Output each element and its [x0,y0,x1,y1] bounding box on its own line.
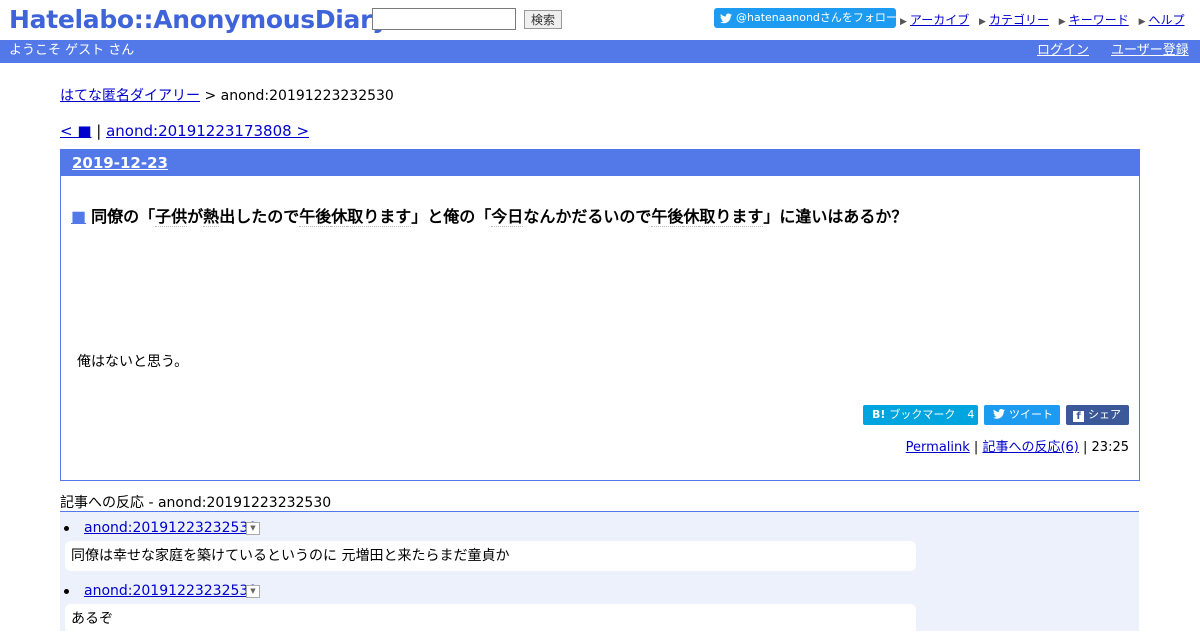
breadcrumb-home[interactable]: はてな匿名ダイアリー [60,88,200,104]
reaction-body: 同僚は幸せな家庭を築けているというのに 元増田と来たらまだ童貞か [65,541,916,571]
keyword-link[interactable]: 熱 [203,207,220,227]
facebook-share-label: シェア [1088,408,1121,421]
hatena-bookmark-button[interactable]: B! ブックマーク 4 [863,405,978,425]
arrow-icon: ▶ [979,17,986,27]
search-button[interactable]: 検索 [524,10,562,29]
title-text: なんかだるいので [523,207,652,226]
nav-archive[interactable]: アーカイブ [910,13,969,27]
arrow-icon: ▶ [1058,17,1066,27]
entry-permalink-marker[interactable]: ■ [71,207,86,226]
title-text: 」に違いはあるか？ [763,207,908,226]
expand-toggle-icon[interactable]: ▼ [246,522,260,535]
bookmark-label: ブックマーク [889,408,956,421]
header: Hatelabo::AnonymousDiary 検索 @hatenaanond… [0,0,1200,40]
keyword-link[interactable]: 休 [683,207,700,227]
pager-separator: | [91,122,107,140]
login-link[interactable]: ログイン [1037,40,1089,62]
keyword-link[interactable]: 午後 [299,207,332,227]
day-date[interactable]: 2019-12-23 [72,154,168,172]
tweet-button[interactable]: ツイート [984,405,1060,425]
bullet [64,589,69,594]
twitter-bird-icon [720,13,732,24]
twitter-follow-button[interactable]: @hatenaanondさんをフォロー [714,8,897,28]
nav-category[interactable]: カテゴリー [989,13,1049,27]
reaction-link[interactable]: anond:20191223232530 [84,583,257,599]
day-header: 2019-12-23 [61,150,1139,176]
breadcrumb: はてな匿名ダイアリー > anond:20191223232530 [60,85,394,105]
day-section: 2019-12-23 ■ 同僚の「子供が熱出したので午後休取ります」と俺の「今日な… [60,149,1140,481]
keyword-link[interactable]: 今日 [491,207,524,227]
entry-title: ■ 同僚の「子供が熱出したので午後休取ります」と俺の「今日なんかだるいので午後休取… [71,203,907,227]
title-text: 出したので [219,207,300,226]
breadcrumb-separator: > [200,88,221,104]
header-nav: ▶ アーカイブ ▶ カテゴリー ▶ キーワード ▶ ヘルプ [900,11,1191,28]
hatena-b-icon: B! [872,408,886,421]
reactions-link[interactable]: 記事への反応(6) [982,440,1078,455]
breadcrumb-current: anond:20191223232530 [220,88,394,104]
arrow-icon: ▶ [1138,17,1146,27]
entry-body: 俺はないと思う。 [77,354,189,370]
keyword-link[interactable]: 休 [331,207,348,227]
arrow-icon: ▶ [900,17,907,27]
twitter-bird-icon [993,405,1005,425]
keyword-link[interactable]: 子供 [155,207,188,227]
bullet [64,526,69,531]
permalink[interactable]: Permalink [906,440,970,455]
bookmark-count: 4 [967,408,975,421]
search-input[interactable] [372,8,516,30]
facebook-icon: f [1073,411,1084,422]
nav-help[interactable]: ヘルプ [1148,13,1184,27]
register-link[interactable]: ユーザー登録 [1111,40,1189,62]
welcome-text: ようこそ ゲスト さん [9,43,135,58]
keyword-link[interactable]: 取ります [347,207,412,227]
title-text: 」と [411,207,444,226]
title-text: の「 [459,207,492,226]
reactions-title: 記事への反応 - anond:20191223232530 [60,495,332,511]
follow-label: @hatenaanondさんをフォロー [736,11,897,24]
title-text: が [187,207,204,226]
user-bar: ようこそ ゲスト さん ログイン ユーザー登録 [0,40,1200,63]
title-text: 同僚の「 [91,207,156,226]
expand-toggle-icon[interactable]: ▼ [246,585,260,598]
prev-link[interactable]: < ■ [60,122,92,140]
entry-footer: Permalink | 記事への反応(6) | 23:25 [905,440,1129,455]
keyword-link[interactable]: 午後 [651,207,684,227]
pager: < ■ | anond:20191223173808 > [60,122,309,140]
tweet-label: ツイート [1009,408,1053,421]
next-link[interactable]: anond:20191223173808 > [106,122,309,140]
facebook-share-button[interactable]: f シェア [1066,405,1129,425]
reactions-list: anond:20191223232530 ▼ 同僚は幸せな家庭を築けているという… [60,511,1139,634]
keyword-link[interactable]: 取ります [699,207,764,227]
nav-keyword[interactable]: キーワード [1069,13,1129,27]
title-text: 俺 [443,207,460,226]
entry-time: 23:25 [1091,440,1129,455]
site-logo[interactable]: Hatelabo::AnonymousDiary [9,5,388,34]
reaction-link[interactable]: anond:20191223232530 [84,520,257,536]
